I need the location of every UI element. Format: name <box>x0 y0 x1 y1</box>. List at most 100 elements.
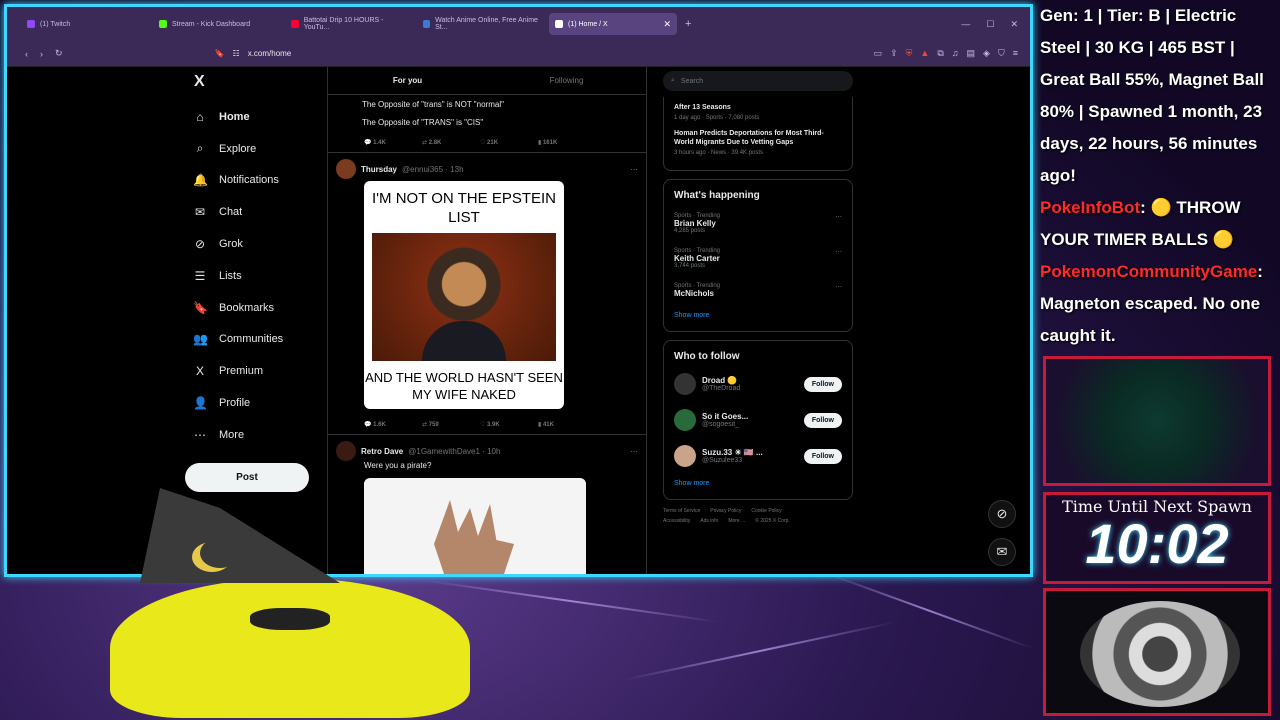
extension-icon[interactable]: ⧉ <box>937 48 943 59</box>
footer-link[interactable]: Terms of Service <box>663 508 700 514</box>
follow-suggestion[interactable]: Suzu.33 ☀ 🇺🇸 ... @Suzulee33 Follow <box>674 438 842 474</box>
tweet-text: The Opposite of "trans" is NOT "normal" <box>362 100 504 109</box>
trend-item[interactable]: Sports · Trending Brian Kelly 4,285 posts ⋯ <box>674 213 842 234</box>
address-bar[interactable]: 🔖 ☷ x.com/home <box>215 49 292 58</box>
nav-bookmarks[interactable]: 🔖 Bookmarks <box>187 292 322 324</box>
more-icon[interactable]: ⋯ <box>835 248 842 256</box>
browser-tab[interactable]: (1) Twitch <box>21 13 149 35</box>
views-button[interactable]: ▮ 161K <box>538 139 596 146</box>
chat-username: PokeInfoBot <box>1040 198 1141 217</box>
avatar[interactable] <box>674 373 696 395</box>
tab-following[interactable]: Following <box>487 67 646 94</box>
more-icon[interactable]: ⋯ <box>835 213 842 221</box>
close-window-icon[interactable]: ✕ <box>1010 19 1018 30</box>
more-icon[interactable]: ⋯ <box>630 447 638 456</box>
trend-name: McNichols <box>674 289 715 298</box>
meme-bottom-text: AND THE WORLD HASN'T SEEN MY WIFE NAKED <box>365 370 563 402</box>
reload-icon[interactable]: ↻ <box>55 48 63 59</box>
new-tab-icon[interactable]: + <box>685 18 691 30</box>
avatar[interactable] <box>674 409 696 431</box>
tweet[interactable]: Thursday @ennui365 · 13h ⋯ I'M NOT ON TH… <box>328 153 646 435</box>
avatar[interactable] <box>336 159 356 179</box>
author-name[interactable]: Retro Dave <box>361 447 403 456</box>
news-title[interactable]: Homan Predicts Deportations for Most Thi… <box>674 129 842 147</box>
more-icon[interactable]: ⋯ <box>630 165 638 174</box>
browser-tab[interactable]: Watch Anime Online, Free Anime St... <box>417 13 545 35</box>
nav-more[interactable]: ⋯ More <box>187 419 322 451</box>
nav-chat[interactable]: ✉ Chat <box>187 196 322 228</box>
footer-link[interactable]: Ads info <box>700 518 718 524</box>
footer-link[interactable]: Privacy Policy <box>710 508 741 514</box>
avatar[interactable] <box>674 445 696 467</box>
reply-button[interactable]: 💬 1.4K <box>364 139 422 146</box>
browser-tab-active[interactable]: (1) Home / X ✕ <box>549 13 677 35</box>
search-input[interactable]: ⌕ Search <box>663 71 853 91</box>
show-more-link[interactable]: Show more <box>674 312 842 319</box>
views-button[interactable]: ▮ 41K <box>538 421 596 428</box>
follow-name: So it Goes... <box>702 412 749 421</box>
back-icon[interactable]: ‹ <box>25 49 28 59</box>
brave-shield-icon[interactable]: ⛨ <box>906 48 913 59</box>
bookmark-icon[interactable]: 🔖 <box>215 49 225 58</box>
like-button[interactable]: ♡ 21K <box>480 139 538 146</box>
footer-link[interactable]: More ... <box>728 518 745 524</box>
follow-suggestion[interactable]: Droad 🟡 @TheDroad Follow <box>674 366 842 402</box>
nav-label: More <box>219 428 245 441</box>
chat-username: PokemonCommunityGame <box>1040 262 1258 281</box>
nav-communities[interactable]: 👥 Communities <box>187 324 322 356</box>
x-logo[interactable]: X <box>187 67 322 101</box>
url-text[interactable]: x.com/home <box>248 49 292 58</box>
site-info-icon[interactable]: ☷ <box>233 49 240 58</box>
grok-icon: ⊘ <box>194 237 206 252</box>
trend-name: Brian Kelly <box>674 219 716 228</box>
more-icon[interactable]: ⋯ <box>835 283 842 291</box>
maximize-icon[interactable]: ☐ <box>986 19 994 30</box>
repost-button[interactable]: ⇄ 2.8K <box>422 139 480 146</box>
footer-link[interactable]: Accessibility <box>663 518 690 524</box>
reply-button[interactable]: 💬 1.6K <box>364 421 422 428</box>
grok-icon[interactable]: ⊘ <box>988 500 1016 528</box>
nav-lists[interactable]: ☰ Lists <box>187 260 322 292</box>
share-icon[interactable]: ⇪ <box>890 48 898 59</box>
trend-item[interactable]: Sports · Trending McNichols ⋯ <box>674 283 842 298</box>
tab-for-you[interactable]: For you <box>328 67 487 94</box>
mail-icon[interactable]: ✉ <box>988 538 1016 566</box>
nav-profile[interactable]: 👤 Profile <box>187 387 322 419</box>
sidebar-icon[interactable]: ▤ <box>967 48 976 59</box>
nav-label: Notifications <box>219 174 279 187</box>
follow-suggestion[interactable]: So it Goes... @sogoesit_ Follow <box>674 402 842 438</box>
nav-grok[interactable]: ⊘ Grok <box>187 228 322 260</box>
show-more-link[interactable]: Show more <box>674 480 842 487</box>
close-tab-icon[interactable]: ✕ <box>663 19 671 30</box>
browser-tab[interactable]: Stream - Kick Dashboard <box>153 13 281 35</box>
rewards-icon[interactable]: ▲ <box>920 48 929 59</box>
forward-icon[interactable]: › <box>40 49 43 59</box>
minimize-icon[interactable]: — <box>961 19 970 30</box>
pokeball-frame <box>1043 588 1271 716</box>
menu-icon[interactable]: ≡ <box>1013 48 1018 59</box>
stream-chat-overlay: Gen: 1 | Tier: B | Electric Steel | 30 K… <box>1036 0 1280 355</box>
author-handle[interactable]: @1GamewithDave1 · 10h <box>408 447 500 456</box>
repost-button[interactable]: ⇄ 759 <box>422 421 480 428</box>
vpn-icon[interactable]: ⛉ <box>998 48 1005 59</box>
like-button[interactable]: ♡ 3.9K <box>480 421 538 428</box>
tweet[interactable]: The Opposite of "trans" is NOT "normal" … <box>328 95 646 153</box>
news-title[interactable]: After 13 Seasons <box>674 103 842 112</box>
music-icon[interactable]: ♫ <box>952 48 959 59</box>
follow-button[interactable]: Follow <box>803 448 842 464</box>
nav-explore[interactable]: ⌕ Explore <box>187 133 322 165</box>
author-name[interactable]: Thursday <box>361 165 397 174</box>
author-handle[interactable]: @ennui365 · 13h <box>402 165 464 174</box>
tweet-image[interactable]: I'M NOT ON THE EPSTEIN LIST AND THE WORL… <box>364 181 564 409</box>
nav-premium[interactable]: X Premium <box>187 355 322 387</box>
wallet-icon[interactable]: ◈ <box>983 48 990 59</box>
trend-item[interactable]: Sports · Trending Keith Carter 3,744 posts… <box>674 248 842 269</box>
screen-icon[interactable]: ▭ <box>874 48 883 59</box>
follow-button[interactable]: Follow <box>803 412 842 428</box>
nav-notifications[interactable]: 🔔 Notifications <box>187 165 322 197</box>
follow-button[interactable]: Follow <box>803 376 842 392</box>
nav-home[interactable]: ⌂ Home <box>187 101 322 133</box>
footer-link[interactable]: Cookie Policy <box>751 508 781 514</box>
avatar[interactable] <box>336 441 356 461</box>
browser-tab[interactable]: Battotai Drip 10 HOURS - YouTu... <box>285 13 413 35</box>
